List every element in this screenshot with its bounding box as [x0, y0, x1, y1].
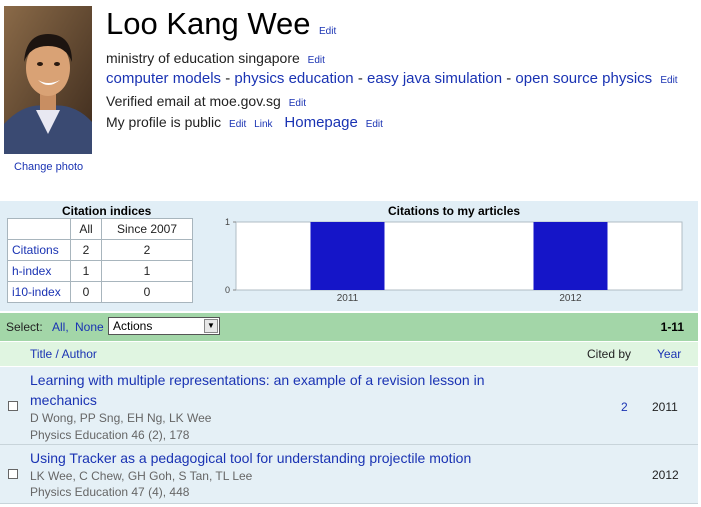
article-year: 2012: [652, 468, 679, 482]
table-row: Citations 2 2: [7, 239, 193, 261]
chart-bar-2012: [533, 222, 608, 290]
edit-public-link[interactable]: Edit: [229, 119, 246, 130]
chevron-down-icon: ▼: [204, 319, 218, 333]
public-status-line: My profile is public Edit Link Homepage …: [106, 114, 383, 131]
profile-link[interactable]: Link: [254, 119, 272, 130]
table-row: h-index 1 1: [7, 260, 193, 282]
interest-link[interactable]: computer models: [106, 70, 221, 87]
citations-all: 2: [70, 239, 102, 261]
article-title-link[interactable]: Using Tracker as a pedagogical tool for …: [30, 448, 590, 468]
x-tick-label: 2012: [559, 293, 582, 304]
email-line: Verified email at moe.gov.sg Edit: [106, 93, 306, 109]
article-checkbox[interactable]: [8, 401, 18, 411]
interest-separator: -: [353, 70, 367, 87]
profile-name: Loo Kang Wee: [106, 6, 311, 41]
article-year: 2011: [652, 400, 678, 414]
articles-header: Title / Author Cited by Year: [0, 342, 698, 366]
article-publication: Physics Education 46 (2), 178: [30, 428, 190, 442]
affiliation-text: ministry of education singapore: [106, 50, 300, 66]
interest-separator: -: [221, 70, 235, 87]
chart-plot-area: [235, 221, 683, 291]
article-checkbox[interactable]: [8, 469, 18, 479]
cited-by-header: Cited by: [587, 347, 632, 361]
change-photo-link[interactable]: Change photo: [14, 161, 83, 173]
homepage-link[interactable]: Homepage: [284, 114, 357, 131]
profile-photo: [4, 6, 92, 156]
table-row: Learning with multiple representations: …: [0, 367, 698, 445]
chart-bar-2011: [310, 222, 385, 290]
edit-affiliation-link[interactable]: Edit: [308, 55, 325, 66]
stats-panel: Citation indices All Since 2007 Citation…: [0, 201, 698, 311]
action-bar: Select: All, None Actions ▼ 1-11: [0, 313, 698, 341]
edit-interests-link[interactable]: Edit: [660, 75, 677, 86]
i10-index-label[interactable]: i10-index: [7, 281, 71, 303]
edit-email-link[interactable]: Edit: [289, 98, 306, 109]
i10-index-since: 0: [101, 281, 193, 303]
h-index-since: 1: [101, 260, 193, 282]
select-none-link[interactable]: None: [75, 320, 104, 334]
actions-dropdown-value: Actions: [113, 319, 153, 333]
i10-index-all: 0: [70, 281, 102, 303]
interests-line: computer models - physics education - ea…: [106, 70, 678, 87]
article-title-link[interactable]: Learning with multiple representations: …: [30, 370, 550, 410]
table-corner-cell: [7, 218, 71, 240]
interest-link[interactable]: easy java simulation: [367, 70, 502, 87]
citations-chart: 0 1 2011 2012: [225, 217, 683, 304]
column-header-since: Since 2007: [101, 218, 193, 240]
y-tick-label: 1: [225, 217, 230, 227]
table-row: Using Tracker as a pedagogical tool for …: [0, 445, 698, 504]
sort-by-title-link[interactable]: Title / Author: [30, 347, 97, 361]
citation-indices-table: All Since 2007 Citations 2 2 h-index 1 1…: [7, 218, 193, 303]
profile-name-line: Loo Kang Wee Edit: [106, 6, 336, 42]
table-row: i10-index 0 0: [7, 281, 193, 303]
citation-indices-title: Citation indices: [62, 204, 152, 218]
interest-link[interactable]: open source physics: [515, 70, 652, 87]
article-authors: LK Wee, C Chew, GH Goh, S Tan, TL Lee: [30, 469, 253, 483]
citations-label[interactable]: Citations: [7, 239, 71, 261]
citations-since: 2: [101, 239, 193, 261]
select-all-link[interactable]: All,: [52, 320, 69, 334]
edit-homepage-link[interactable]: Edit: [366, 119, 383, 130]
select-label: Select:: [6, 320, 43, 334]
public-status-text: My profile is public: [106, 114, 222, 130]
interest-link[interactable]: physics education: [234, 70, 353, 87]
interest-separator: -: [502, 70, 516, 87]
sort-by-year-link[interactable]: Year: [657, 347, 681, 361]
profile-photo-image: [4, 6, 92, 154]
actions-dropdown[interactable]: Actions ▼: [108, 317, 220, 335]
result-range: 1-11: [660, 320, 684, 334]
h-index-all: 1: [70, 260, 102, 282]
x-tick-label: 2011: [337, 293, 359, 304]
table-header-row: All Since 2007: [7, 218, 193, 240]
article-authors: D Wong, PP Sng, EH Ng, LK Wee: [30, 411, 212, 425]
column-header-all: All: [70, 218, 102, 240]
article-publication: Physics Education 47 (4), 448: [30, 485, 190, 499]
h-index-label[interactable]: h-index: [7, 260, 71, 282]
email-text: Verified email at moe.gov.sg: [106, 93, 281, 109]
edit-name-link[interactable]: Edit: [319, 26, 336, 37]
article-cited-by-link[interactable]: 2: [621, 400, 628, 414]
y-tick-label: 0: [225, 285, 230, 295]
affiliation-line: ministry of education singapore Edit: [106, 50, 325, 66]
